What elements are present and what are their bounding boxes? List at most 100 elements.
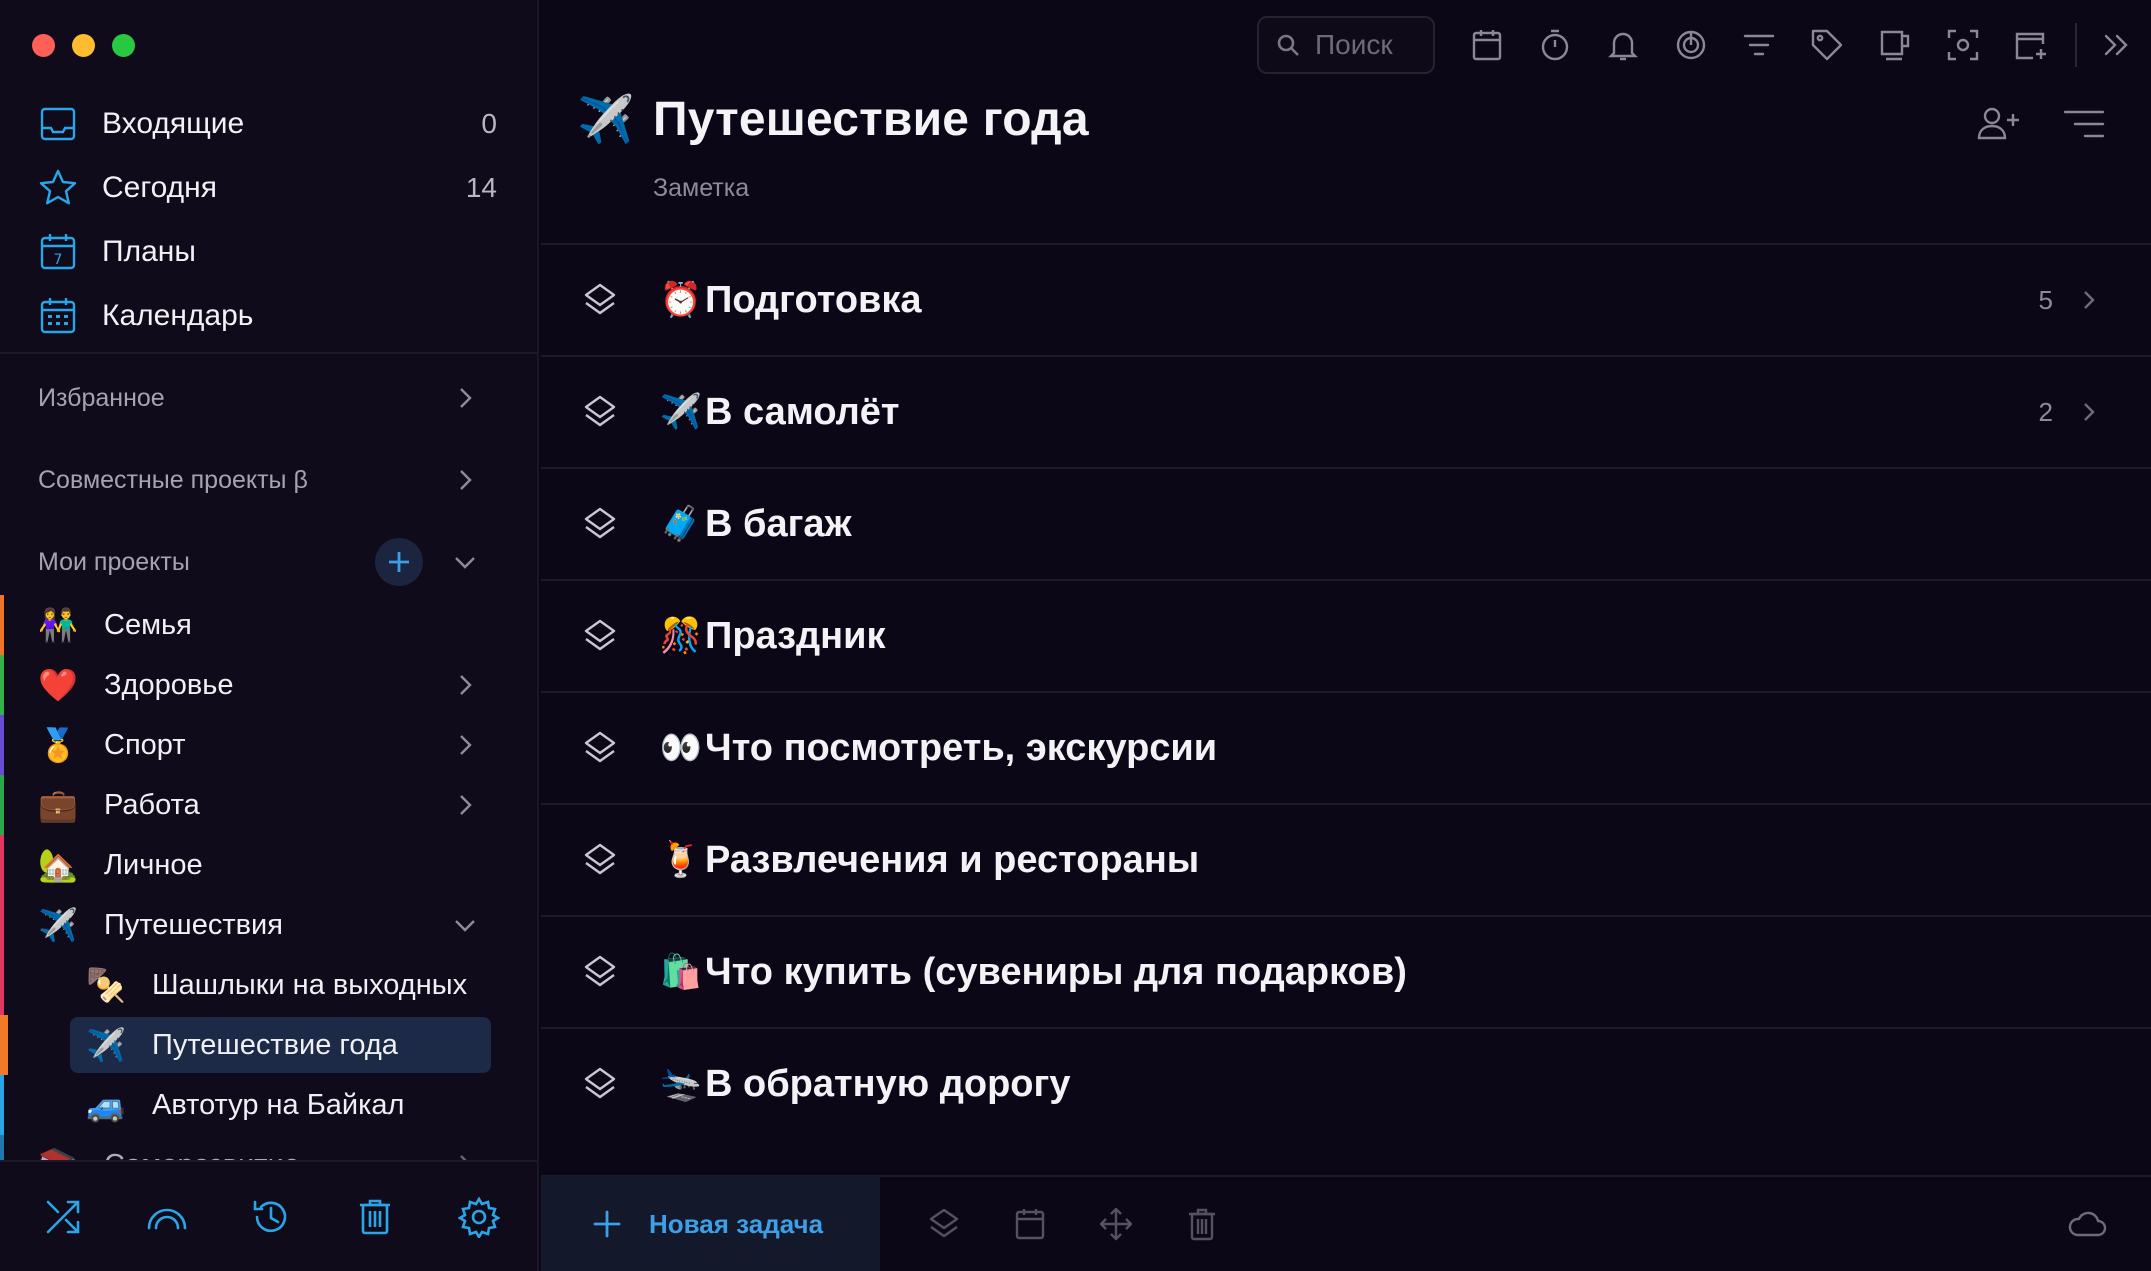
shuffle-icon[interactable] [42,1196,84,1238]
layers-icon[interactable] [581,617,619,655]
chevron-down-icon[interactable] [451,911,479,939]
add-member-icon[interactable] [1975,104,2021,144]
layers-icon[interactable] [581,1065,619,1103]
plus-icon [593,1210,621,1238]
page-note[interactable]: Заметка [653,174,749,203]
main-content: Поиск ✈️ Путешествие года Заметка ⏰ Подг… [541,0,2151,1271]
task-row[interactable]: ⏰ Подготовка 5 [541,243,2151,355]
close-window-button[interactable] [32,34,55,57]
sort-icon[interactable] [2061,104,2107,144]
heart-icon: ❤️ [38,667,78,703]
project-baikal-roadtrip[interactable]: 🚙 Автотур на Байкал [0,1075,537,1135]
filter-icon[interactable] [1741,27,1777,63]
trash-icon[interactable] [354,1196,396,1238]
layers-icon[interactable] [581,729,619,767]
task-label: Что купить (сувениры для подарков) [705,950,1407,993]
chevron-right-icon[interactable] [451,731,479,759]
layers-icon[interactable] [926,1206,962,1242]
task-row[interactable]: 👀 Что посмотреть, экскурсии [541,691,2151,803]
task-row[interactable]: 🧳 В багаж [541,467,2151,579]
project-personal[interactable]: 🏡 Личное [0,835,537,895]
layers-icon[interactable] [581,393,619,431]
search-field[interactable]: Поиск [1257,16,1435,74]
airplane-icon: ✈️ [659,393,703,431]
briefcase-icon: 💼 [38,787,78,823]
timer-icon[interactable] [1537,27,1573,63]
star-icon [39,169,77,205]
task-label: Развлечения и рестораны [705,838,1200,881]
task-row[interactable]: ✈️ В самолёт 2 [541,355,2151,467]
page-title[interactable]: Путешествие года [653,92,1089,147]
move-icon[interactable] [1098,1206,1134,1242]
bell-icon[interactable] [1605,27,1641,63]
expand-icon[interactable] [2099,27,2135,63]
new-task-button[interactable]: Новая задача [541,1176,880,1271]
plus-icon [389,552,409,572]
project-family[interactable]: 👫 Семья [0,595,537,655]
chevron-right-icon[interactable] [451,1151,479,1160]
nav-plans[interactable]: 7 Планы [0,220,537,284]
layers-icon[interactable] [581,841,619,879]
main-nav: Входящие 0 Сегодня 14 7 Планы Календарь [0,92,537,348]
screenshot-icon[interactable] [1945,27,1981,63]
zoom-window-button[interactable] [112,34,135,57]
svg-text:7: 7 [54,252,63,268]
shared-projects-section[interactable]: Совместные проекты β [0,450,537,510]
add-window-icon[interactable] [2013,27,2049,63]
project-list: 👫 Семья ❤️ Здоровье 🏅 Спорт 💼 Работа 🏡 Л… [0,595,537,1160]
layers-icon[interactable] [581,953,619,991]
trash-icon[interactable] [1184,1206,1220,1242]
nav-inbox[interactable]: Входящие 0 [0,92,537,156]
project-work[interactable]: 💼 Работа [0,775,537,835]
airplane-icon: ✈️ [38,907,78,943]
project-label: Путешествия [104,908,283,941]
project-self-development[interactable]: 📚 Саморазвитие [0,1135,537,1160]
focus-icon[interactable] [1673,27,1709,63]
new-task-label: Новая задача [649,1208,824,1239]
task-row[interactable]: 🍹 Развлечения и рестораны [541,803,2151,915]
calendar-icon[interactable] [1012,1206,1048,1242]
chevron-right-icon[interactable] [451,791,479,819]
skewer-icon: 🍢 [86,967,126,1003]
minimize-window-button[interactable] [72,34,95,57]
history-icon[interactable] [250,1196,292,1238]
note-icon[interactable] [1877,27,1913,63]
settings-icon[interactable] [458,1195,500,1238]
task-row[interactable]: 🛬 В обратную дорогу [541,1027,2151,1139]
task-count: 5 [2038,284,2053,315]
alarm-clock-icon: ⏰ [659,281,703,319]
rainbow-icon[interactable] [146,1196,188,1238]
top-toolbar: Поиск [1257,16,2151,74]
project-health[interactable]: ❤️ Здоровье [0,655,537,715]
task-row[interactable]: 🛍️ Что купить (сувениры для подарков) [541,915,2151,1027]
search-icon [1277,34,1299,56]
project-trip-of-year[interactable]: ✈️ Путешествие года [0,1015,537,1075]
layers-icon[interactable] [581,281,619,319]
task-row[interactable]: 🎊 Праздник [541,579,2151,691]
my-projects-label: Мои проекты [38,547,190,576]
nav-inbox-count: 0 [481,108,497,139]
my-projects-section[interactable]: Мои проекты [0,532,537,592]
task-label: Что посмотреть, экскурсии [705,726,1218,769]
project-sport[interactable]: 🏅 Спорт [0,715,537,775]
task-label: Праздник [705,614,886,657]
add-project-button[interactable] [375,538,423,586]
nav-today[interactable]: Сегодня 14 [0,156,537,220]
project-bbq-weekend[interactable]: 🍢 Шашлыки на выходных [0,955,537,1015]
favorites-section[interactable]: Избранное [0,368,537,428]
luggage-icon: 🧳 [659,505,703,543]
nav-calendar[interactable]: Календарь [0,284,537,348]
tag-icon[interactable] [1809,27,1845,63]
chevron-right-icon[interactable] [451,671,479,699]
calendar-icon[interactable] [1469,27,1505,63]
favorites-label: Избранное [38,383,165,412]
project-label: Личное [104,848,203,881]
sidebar-divider [0,352,537,354]
chevron-right-icon[interactable] [2077,400,2101,424]
layers-icon[interactable] [581,505,619,543]
project-label: Спорт [104,728,186,761]
chevron-right-icon[interactable] [2077,288,2101,312]
project-label: Саморазвитие [104,1149,451,1161]
project-travel[interactable]: ✈️ Путешествия [0,895,537,955]
cloud-sync-icon[interactable] [2067,1208,2107,1240]
